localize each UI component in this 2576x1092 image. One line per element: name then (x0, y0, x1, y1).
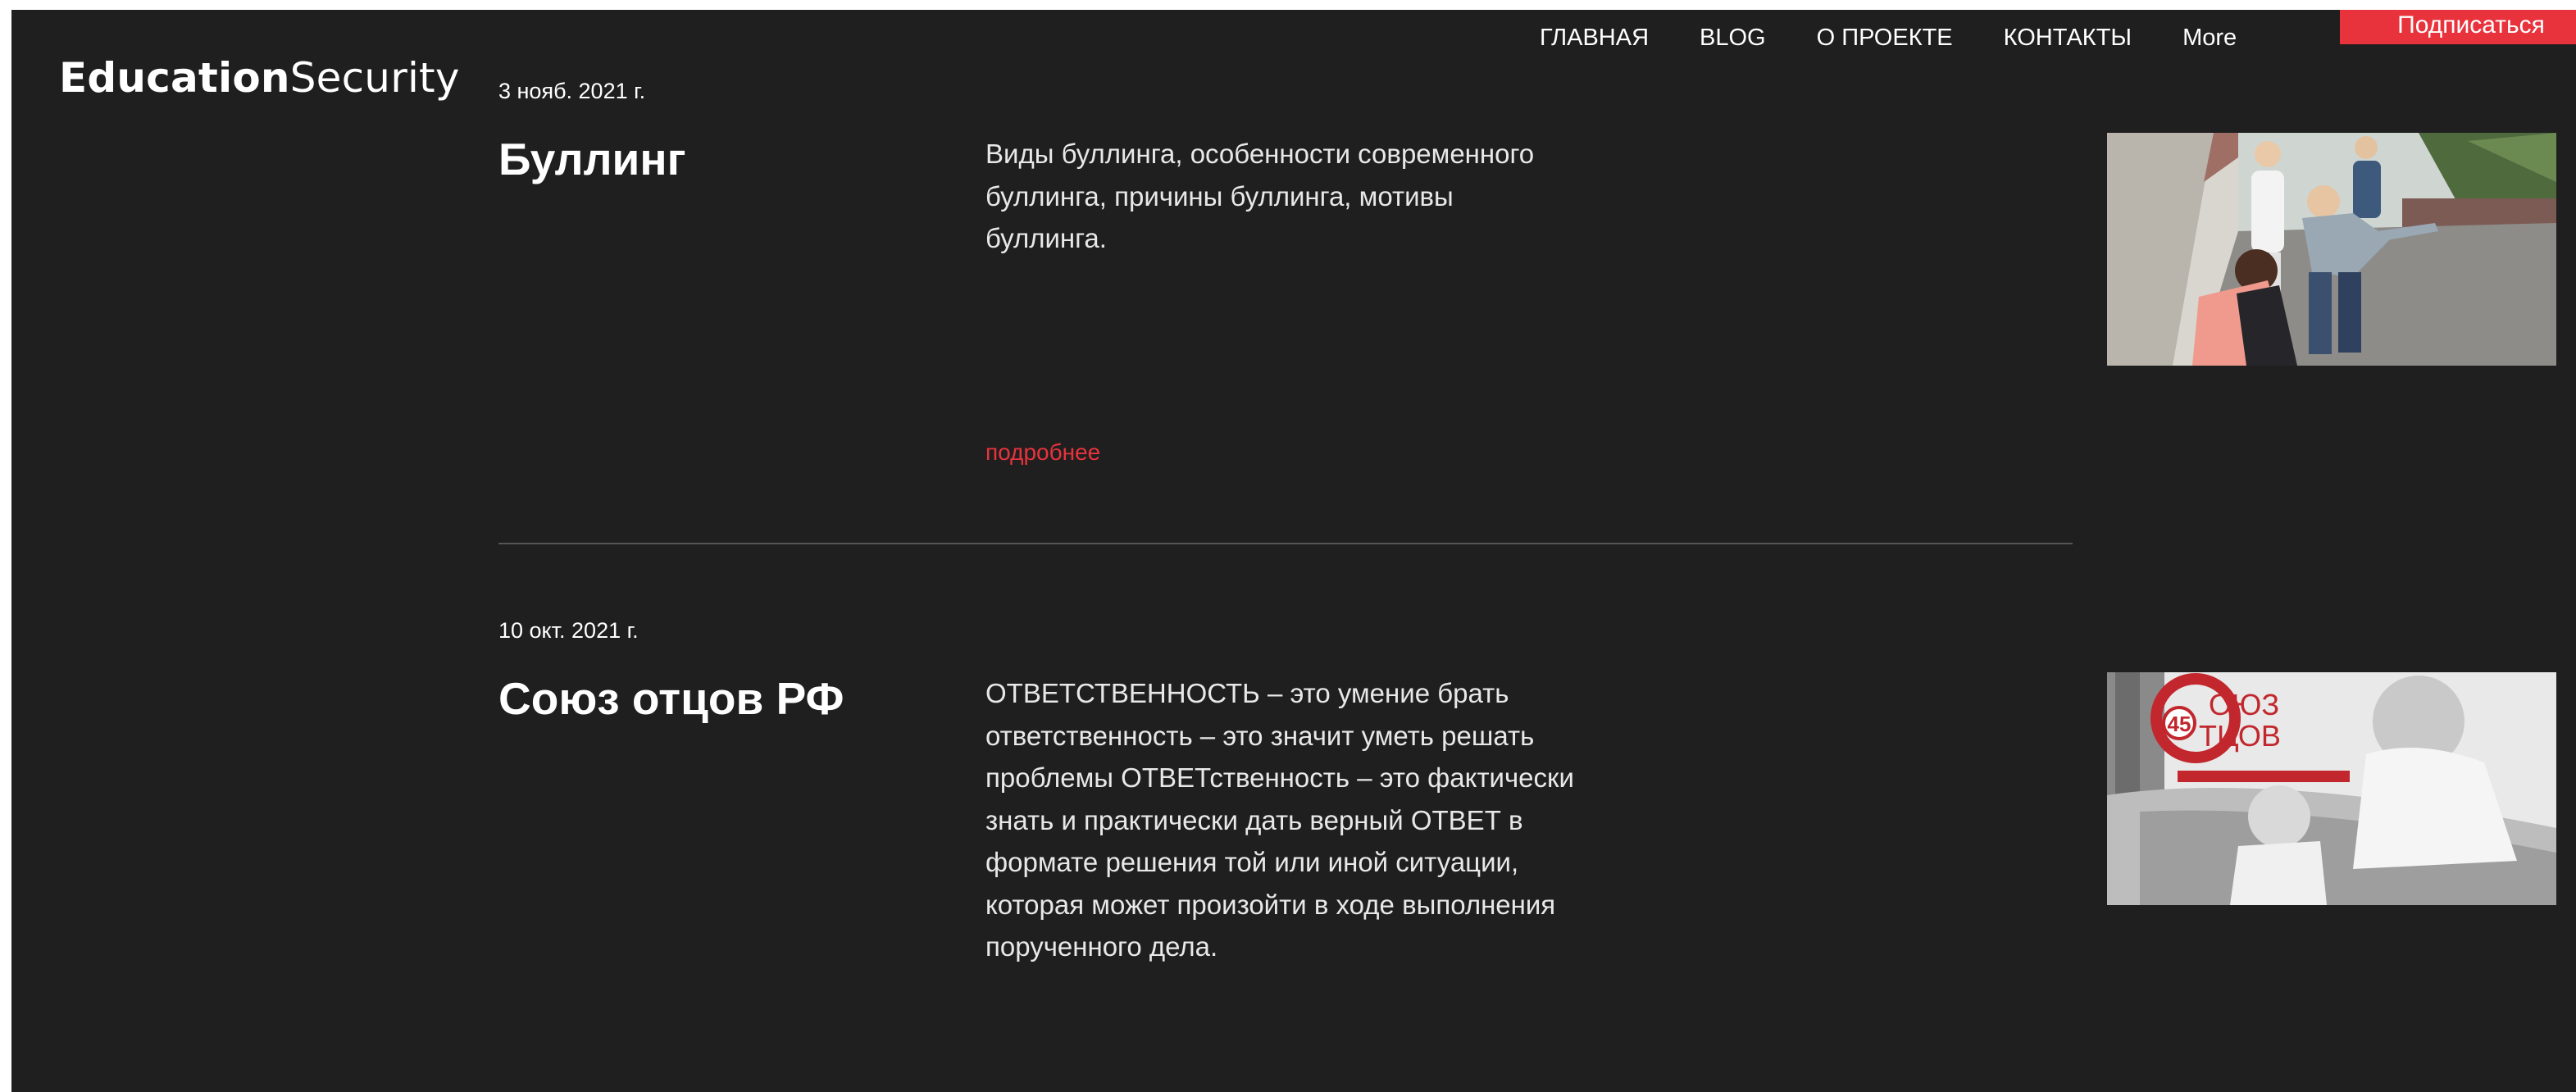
logo-bold: Education (59, 54, 290, 102)
post-excerpt: Виды буллинга, особенности современного … (985, 139, 1535, 253)
post-excerpt: ОТВЕТСТВЕННОСТЬ – это умение брать ответ… (985, 678, 1574, 962)
logo-text-line-2: ТЦОВ (2199, 719, 2281, 753)
subscribe-button[interactable]: Подписаться (2340, 10, 2576, 44)
bullying-photo-image (2107, 133, 2556, 366)
nav-item-about[interactable]: О ПРОЕКТЕ (1817, 25, 1953, 52)
post-thumbnail-fathers-union[interactable]: 45 ОЮЗ ТЦОВ (2107, 672, 2556, 905)
fathers-union-photo-image: 45 ОЮЗ ТЦОВ (2107, 672, 2556, 905)
logo-light: Security (289, 54, 460, 102)
post-title[interactable]: Союз отцов РФ (498, 672, 844, 725)
main-nav: ГЛАВНАЯ BLOG О ПРОЕКТЕ КОНТАКТЫ More (1540, 25, 2237, 52)
post-title[interactable]: Буллинг (498, 133, 686, 185)
read-more-link[interactable]: подробнее (985, 439, 1100, 466)
nav-item-home[interactable]: ГЛАВНАЯ (1540, 25, 1649, 52)
post-divider (498, 543, 2073, 544)
nav-item-more[interactable]: More (2182, 25, 2237, 52)
post-date: 3 нояб. 2021 г. (498, 79, 646, 103)
post-thumbnail-bullying[interactable] (2107, 133, 2556, 366)
nav-item-blog[interactable]: BLOG (1700, 25, 1766, 52)
post-date: 10 окт. 2021 г. (498, 618, 639, 643)
site-logo[interactable]: EducationSecurity (59, 54, 460, 102)
logo-badge-number: 45 (2168, 712, 2191, 736)
logo-text-line-1: ОЮЗ (2209, 688, 2279, 721)
nav-item-contacts[interactable]: КОНТАКТЫ (2004, 25, 2132, 52)
page: EducationSecurity ГЛАВНАЯ BLOG О ПРОЕКТЕ… (11, 10, 2576, 1092)
